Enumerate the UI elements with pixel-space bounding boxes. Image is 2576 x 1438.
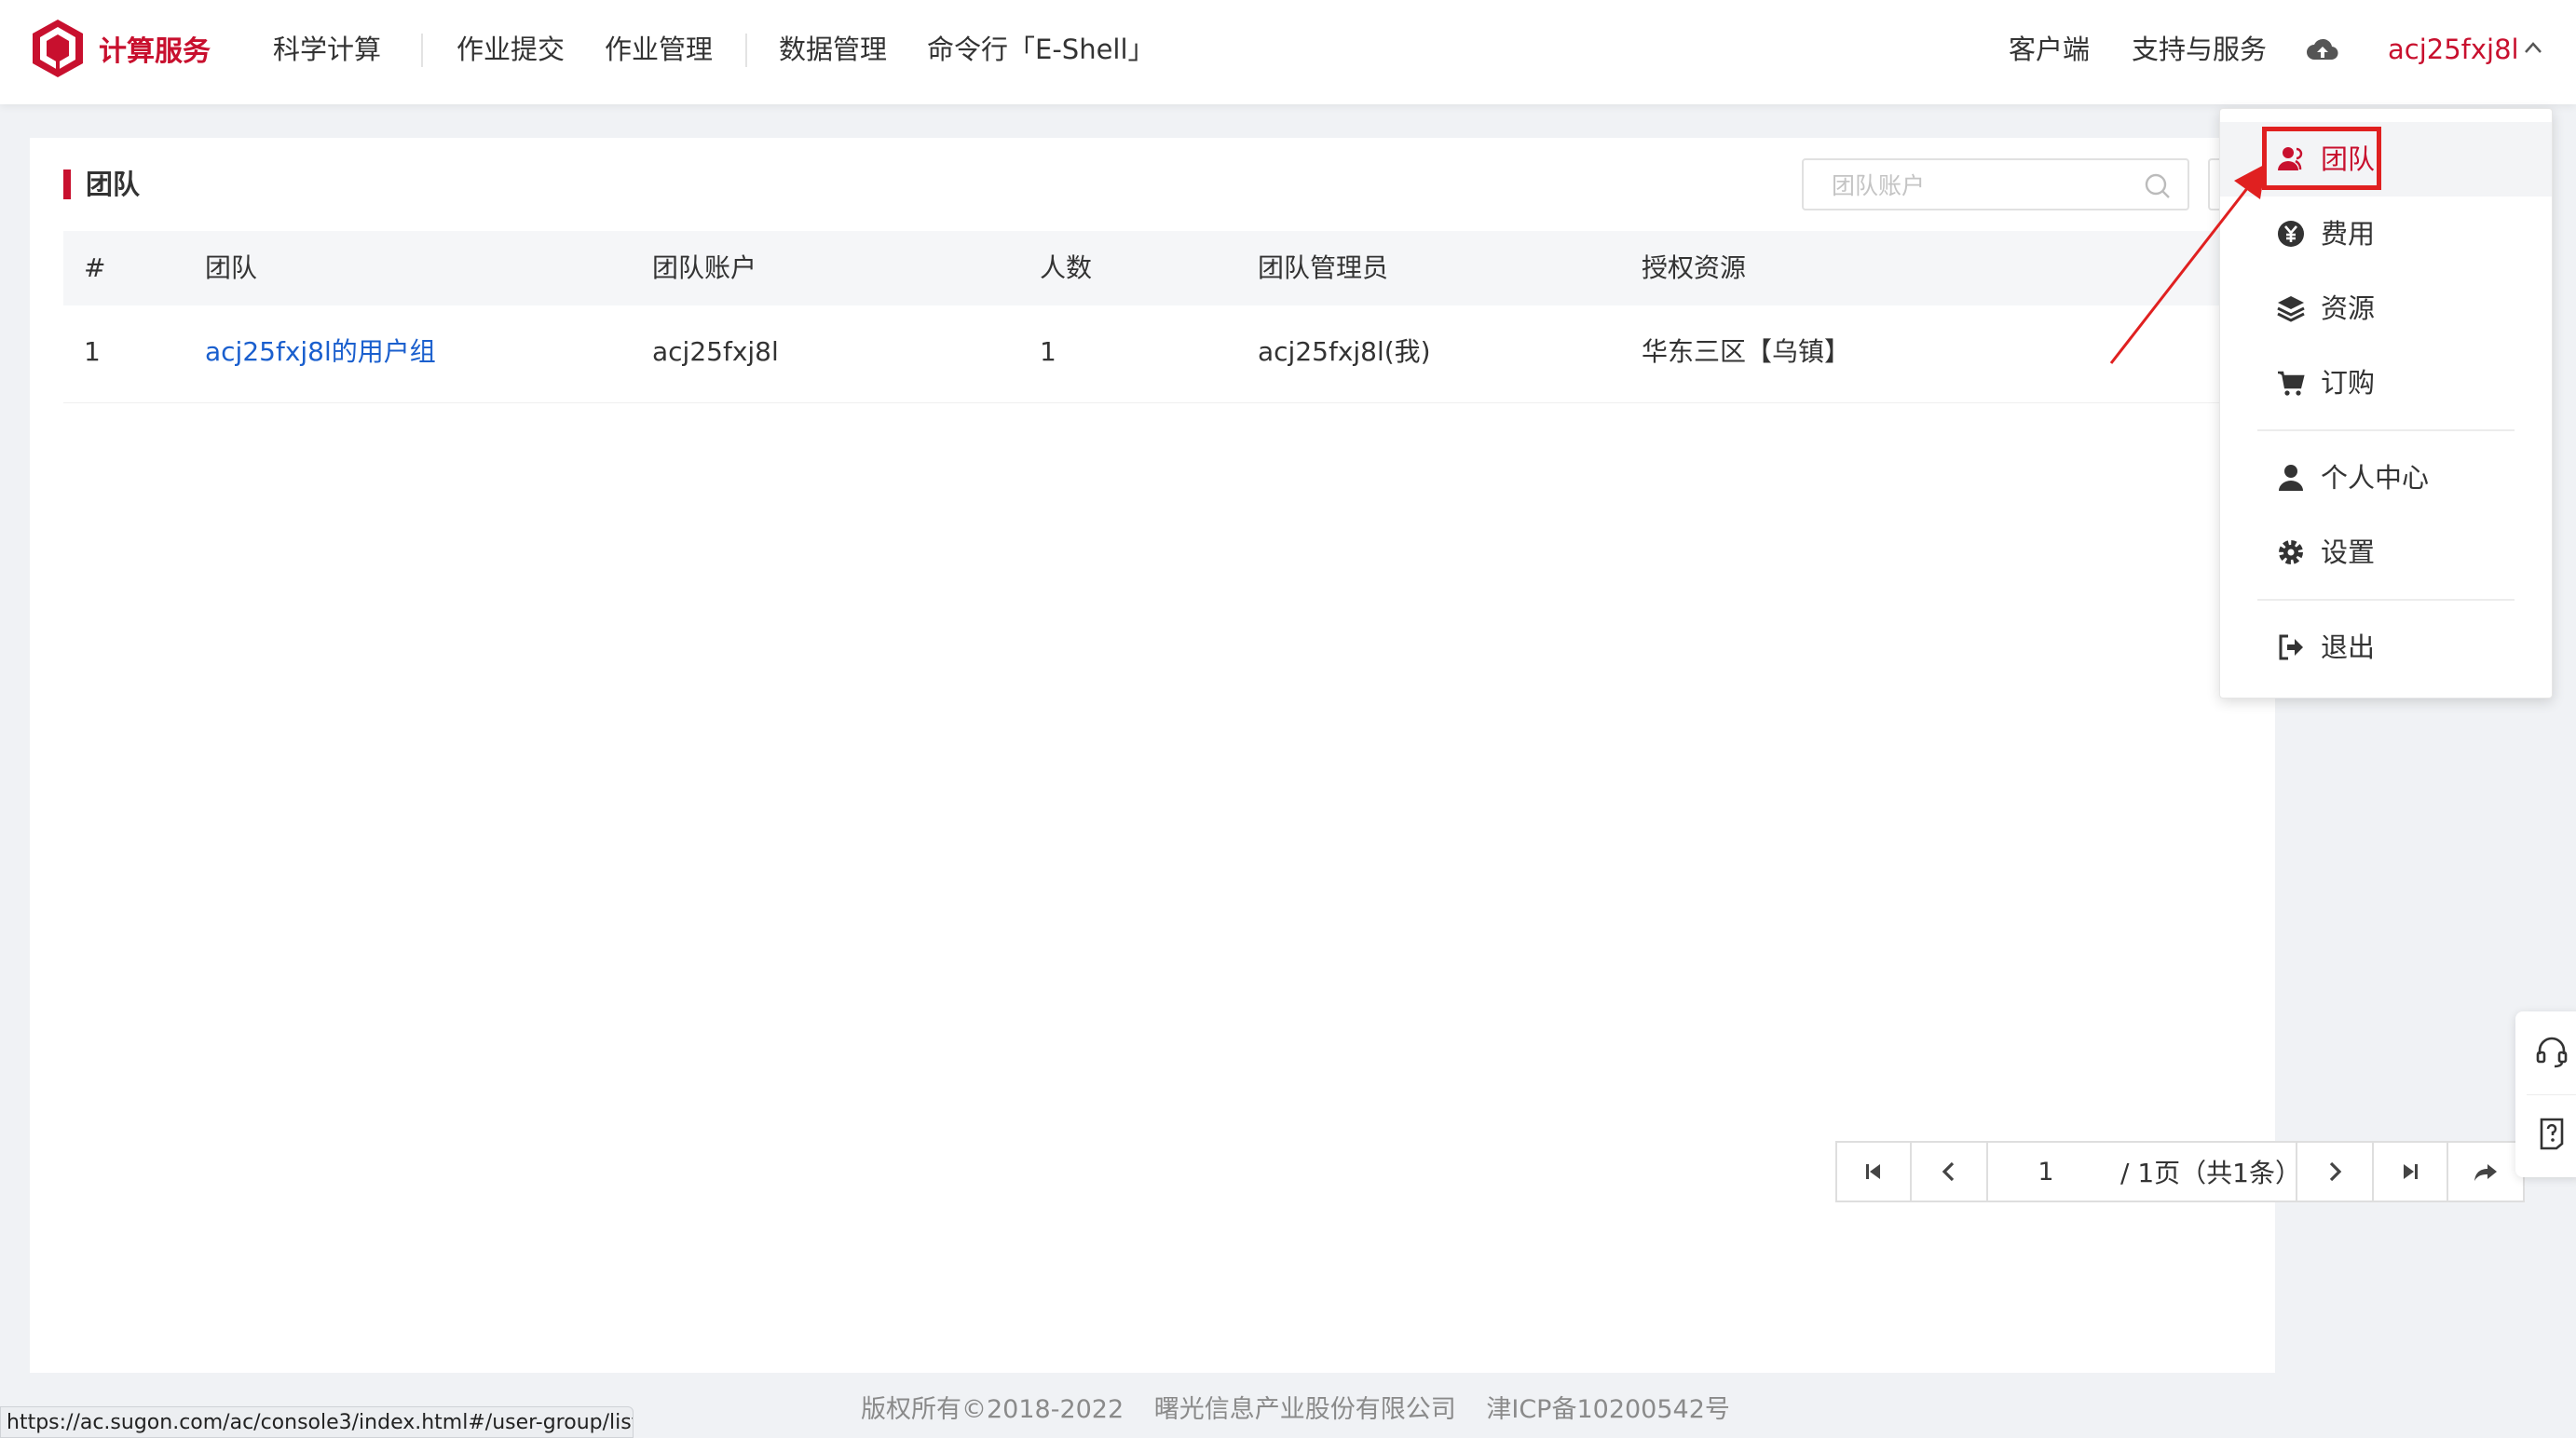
column-header-authorized-resource: 授权资源	[1642, 252, 1747, 283]
column-header-team-account: 团队账户	[652, 252, 757, 283]
help-doc-icon[interactable]	[2534, 1116, 2569, 1151]
annotation-arrow-icon	[2109, 164, 2266, 364]
nav-data-management[interactable]: 数据管理	[779, 31, 887, 68]
nav-scientific-computing[interactable]: 科学计算	[273, 31, 381, 68]
chevron-left-icon	[1942, 1161, 1955, 1182]
top-header: 计算服务 科学计算 作业提交 作业管理 数据管理 命令行「E-Shell」 客户…	[0, 0, 2576, 104]
client-link[interactable]: 客户端	[2009, 31, 2090, 68]
nav-separator	[745, 34, 747, 67]
brand-name: 计算服务	[99, 35, 211, 68]
headset-icon[interactable]	[2534, 1034, 2569, 1069]
team-name-link[interactable]: acj25fxj8l的用户组	[205, 333, 436, 371]
column-header-member-count: 人数	[1040, 252, 1093, 283]
chevron-right-icon	[2329, 1161, 2342, 1182]
nav-separator	[421, 34, 423, 67]
column-header-team: 团队	[205, 252, 258, 283]
menu-item-label: 退出	[2321, 631, 2376, 663]
footer-copyright: 版权所有©2018-2022	[861, 1395, 1124, 1424]
side-divider	[2527, 1094, 2576, 1095]
menu-item-label: 资源	[2321, 292, 2376, 324]
last-page-button[interactable]	[2374, 1143, 2448, 1201]
nav-e-shell[interactable]: 命令行「E-Shell」	[927, 31, 1155, 68]
browser-status-url: https://ac.sugon.com/ac/console3/index.h…	[0, 1406, 634, 1438]
column-header-team-admin: 团队管理员	[1258, 252, 1389, 283]
member-count: 1	[1040, 336, 1056, 367]
title-accent-bar	[63, 170, 71, 199]
row-index: 1	[84, 336, 101, 367]
annotation-highlight-box	[2262, 127, 2381, 190]
team-table: # 团队 团队账户 人数 团队管理员 授权资源 1 acj25fxj8l的用户组…	[63, 231, 2275, 403]
footer-company: 曙光信息产业股份有限公司	[1153, 1395, 1456, 1424]
authorized-resource: 华东三区【乌镇】	[1642, 336, 1851, 367]
menu-item-settings[interactable]: 设置	[2220, 515, 2552, 590]
logout-icon	[2279, 634, 2303, 660]
chevron-up-icon[interactable]	[2523, 39, 2543, 56]
next-page-button[interactable]	[2297, 1143, 2374, 1201]
page-jump-field: / 1页（共1条）	[1988, 1143, 2301, 1201]
footer: 版权所有©2018-2022 曙光信息产业股份有限公司 津ICP备1020054…	[861, 1391, 1752, 1429]
menu-item-label: 订购	[2321, 367, 2376, 399]
footer-icp[interactable]: 津ICP备10200542号	[1486, 1395, 1730, 1424]
nav-job-submit[interactable]: 作业提交	[457, 31, 565, 68]
table-row: 1 acj25fxj8l的用户组 acj25fxj8l 1 acj25fxj8l…	[63, 305, 2275, 403]
prev-page-button[interactable]	[1912, 1143, 1988, 1201]
cloud-upload-icon[interactable]	[2306, 35, 2339, 63]
user-icon	[2279, 465, 2303, 491]
first-page-icon	[1866, 1164, 1880, 1179]
menu-item-label: 设置	[2321, 536, 2376, 568]
yuan-icon	[2278, 221, 2304, 247]
page-number-input[interactable]	[1988, 1152, 2104, 1191]
table-header: # 团队 团队账户 人数 团队管理员 授权资源	[63, 231, 2275, 305]
go-page-button[interactable]	[2448, 1143, 2523, 1201]
first-page-button[interactable]	[1837, 1143, 1912, 1201]
menu-divider	[2257, 429, 2515, 431]
team-account: acj25fxj8l	[652, 336, 779, 367]
gear-icon	[2279, 540, 2303, 564]
team-admin: acj25fxj8l(我)	[1258, 336, 1431, 367]
last-page-icon	[2404, 1164, 2418, 1179]
page-total-info: / 1页（共1条）	[2120, 1158, 2301, 1188]
support-link[interactable]: 支持与服务	[2132, 31, 2267, 68]
cart-icon	[2278, 371, 2305, 396]
menu-item-label: 个人中心	[2321, 462, 2430, 494]
layers-icon	[2277, 296, 2305, 322]
share-forward-icon	[2474, 1164, 2497, 1181]
menu-item-label: 费用	[2321, 218, 2376, 250]
brand-logo[interactable]: 计算服务	[30, 17, 211, 80]
menu-item-profile[interactable]: 个人中心	[2220, 441, 2552, 515]
menu-divider	[2257, 599, 2515, 601]
column-header-index: #	[84, 252, 106, 283]
search-input[interactable]	[1830, 170, 2132, 201]
page-title: 团队	[86, 169, 141, 200]
pagination: / 1页（共1条）	[1835, 1141, 2525, 1202]
side-float-toolbar	[2515, 1011, 2576, 1177]
user-menu-toggle[interactable]: acj25fxj8l	[2388, 31, 2519, 68]
cube-logo-icon	[33, 20, 83, 77]
nav-job-management[interactable]: 作业管理	[605, 31, 713, 68]
menu-item-logout[interactable]: 退出	[2220, 610, 2552, 685]
